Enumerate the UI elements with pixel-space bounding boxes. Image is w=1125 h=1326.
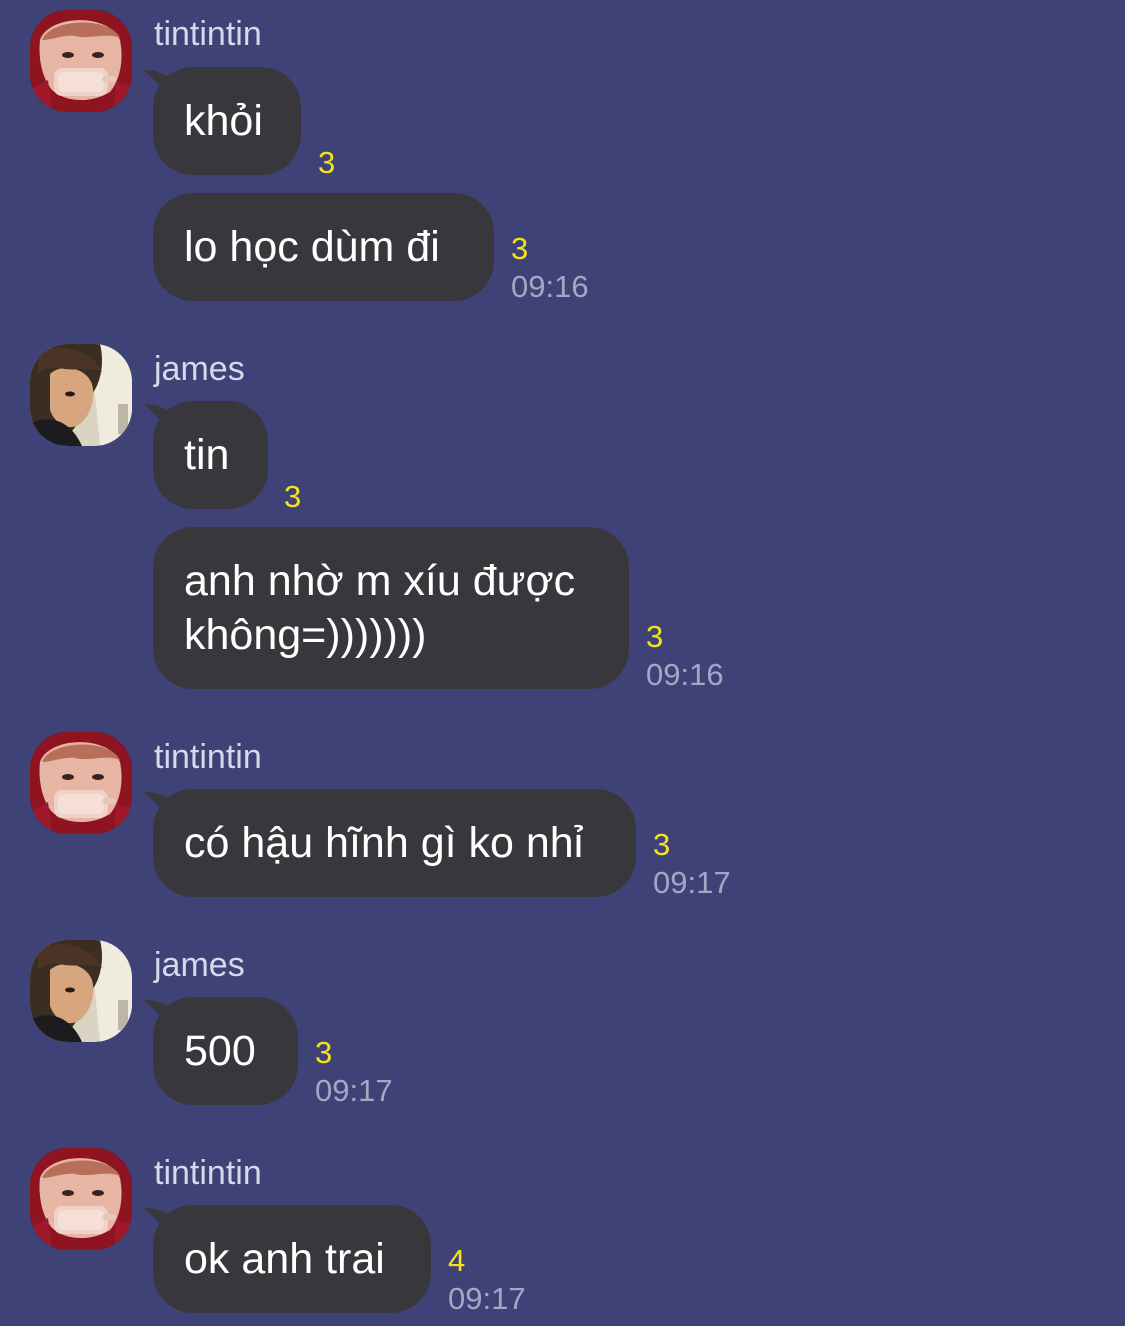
message-meta: 3 — [318, 144, 335, 182]
message-text: khỏi — [184, 97, 263, 145]
avatar-tintintin[interactable] — [30, 1148, 132, 1250]
message-text: có hậu hĩnh gì ko nhỉ — [184, 819, 584, 867]
message-text: anh nhờ m xíu được không=))))))) — [184, 557, 576, 659]
sender-name: tintintin — [154, 1154, 262, 1192]
sender-name: james — [154, 350, 245, 388]
message-bubble[interactable]: anh nhờ m xíu được không=))))))) — [153, 527, 629, 689]
message-meta: 4 09:17 — [448, 1242, 526, 1318]
read-count: 3 — [511, 231, 529, 266]
sender-name: tintintin — [154, 15, 262, 53]
message-bubble[interactable]: lo học dùm đi — [153, 193, 494, 301]
message-meta: 3 09:16 — [511, 230, 589, 306]
message-text: ok anh trai — [184, 1235, 385, 1283]
avatar-image — [30, 732, 132, 834]
timestamp: 09:16 — [511, 269, 589, 304]
timestamp: 09:16 — [646, 657, 724, 692]
message-meta: 3 09:17 — [653, 826, 731, 902]
avatar-james[interactable] — [30, 344, 132, 446]
sender-name: tintintin — [154, 738, 262, 776]
message-bubble[interactable]: ok anh trai — [153, 1205, 431, 1313]
message-bubble[interactable]: 500 — [153, 997, 298, 1105]
message-bubble[interactable]: khỏi — [153, 67, 301, 175]
read-count: 3 — [653, 827, 671, 862]
message-meta: 3 09:16 — [646, 618, 724, 694]
message-text: lo học dùm đi — [184, 223, 440, 271]
message-bubble[interactable]: có hậu hĩnh gì ko nhỉ — [153, 789, 636, 897]
avatar-image — [30, 344, 132, 446]
read-count: 3 — [646, 619, 664, 654]
message-meta: 3 09:17 — [315, 1034, 393, 1110]
message-meta: 3 — [284, 478, 301, 516]
read-count: 4 — [448, 1243, 466, 1278]
avatar-tintintin[interactable] — [30, 10, 132, 112]
avatar-image — [30, 940, 132, 1042]
read-count: 3 — [318, 145, 336, 180]
timestamp: 09:17 — [448, 1281, 526, 1316]
timestamp: 09:17 — [315, 1073, 393, 1108]
read-count: 3 — [315, 1035, 333, 1070]
sender-name: james — [154, 946, 245, 984]
message-bubble[interactable]: tin — [153, 401, 268, 509]
avatar-james[interactable] — [30, 940, 132, 1042]
message-text: 500 — [184, 1027, 256, 1075]
message-text: tin — [184, 431, 230, 479]
avatar-image — [30, 1148, 132, 1250]
avatar-tintintin[interactable] — [30, 732, 132, 834]
read-count: 3 — [284, 479, 302, 514]
avatar-image — [30, 10, 132, 112]
chat-message-list[interactable]: tintintin khỏi 3 lo học dùm đi 3 09:16 j… — [0, 0, 1125, 1326]
timestamp: 09:17 — [653, 865, 731, 900]
